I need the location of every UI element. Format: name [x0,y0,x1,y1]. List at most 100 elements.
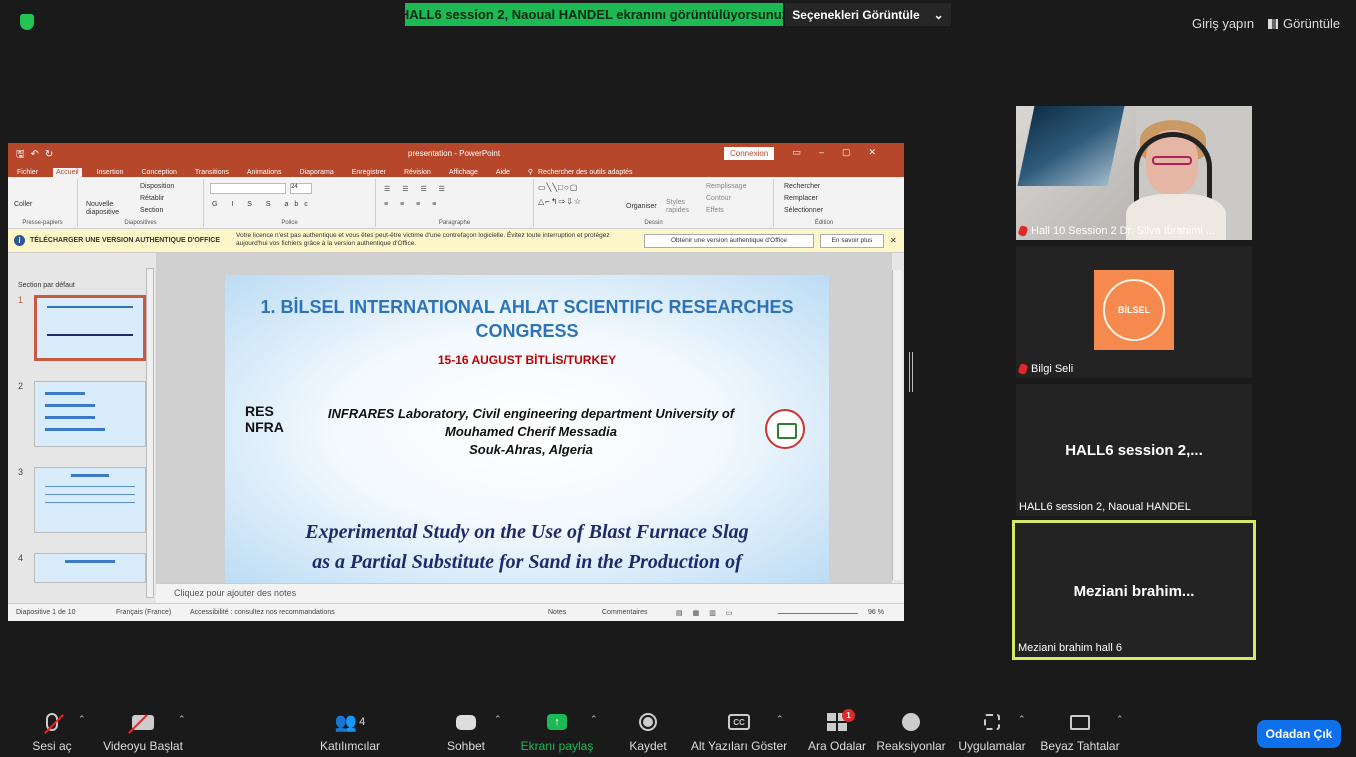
tab-revision[interactable]: Révision [401,168,434,177]
ppt-title-bar: 🖫↶↻ presentation - PowerPoint Connexion … [8,143,904,163]
participant-tile[interactable]: Hall 10 Session 2 Dr. Silva Ibrahimi ... [1016,106,1252,240]
tab-insertion[interactable]: Insertion [94,168,127,177]
view-button[interactable]: Görüntüle [1268,16,1340,31]
active-speaker-tile[interactable]: Meziani brahim... Meziani brahim hall 6 [1012,520,1256,660]
chevron-up-icon[interactable]: ⌃ [494,714,502,725]
shape-effects-button[interactable]: Effets [706,207,724,214]
section-label[interactable]: Section par défaut [18,282,75,289]
slide-thumbnail-3[interactable] [34,467,146,533]
tab-affichage[interactable]: Affichage [446,168,481,177]
find-button[interactable]: Rechercher [784,183,820,190]
paste-button[interactable]: Coller [14,201,32,208]
muted-mic-icon [1017,224,1029,238]
reactions-label: Reaksiyonlar [876,739,946,753]
slide-thumbnail-4[interactable] [34,553,146,583]
tab-accueil[interactable]: Accueil [53,168,82,177]
whiteboards-button[interactable]: Beyaz Tahtalar [1040,700,1120,757]
participant-tile[interactable]: HALL6 session 2,... HALL6 session 2, Nao… [1016,384,1252,516]
thumb-line [45,404,95,407]
view-options-button[interactable]: Seçenekleri Görüntüle ⌄ [785,3,951,26]
captions-button[interactable]: CC Alt Yazıları Göster [691,700,787,757]
shapes-gallery-icon[interactable]: ▭╲╲□○▢ [538,183,578,192]
replace-button[interactable]: Remplacer [784,195,818,202]
participants-button[interactable]: 👥 4 Katılımcılar [312,700,388,757]
shape-fill-button[interactable]: Remplissage [706,183,746,190]
chevron-up-icon[interactable]: ⌃ [776,714,784,725]
slide-scrollbar[interactable] [892,270,902,580]
resize-handle[interactable] [909,352,913,392]
reset-button[interactable]: Rétablir [140,195,164,202]
current-slide[interactable]: 1. BİLSEL INTERNATIONAL AHLAT SCIENTIFIC… [225,275,829,583]
tab-animations[interactable]: Animations [244,168,285,177]
shield-icon[interactable] [20,14,34,30]
font-format-icons: G I S S abc [212,201,314,208]
thumb-line [45,486,135,487]
shapes-gallery-row2-icon: △⌐↰⇨⇩☆ [538,197,583,206]
tab-fichier[interactable]: Fichier [14,168,41,177]
tab-aide[interactable]: Aide [493,168,513,177]
get-genuine-office-button[interactable]: Obtenir une version authentique d'Office [644,234,814,248]
shape-outline-button[interactable]: Contour [706,195,731,202]
group-editing: Rechercher Remplacer Sélectionner Éditio… [774,179,874,227]
view-mode-icons[interactable]: ▤▦▥▭ [676,609,742,617]
search-tools[interactable]: ⚲ Rechercher des outils adaptés [525,167,639,177]
quick-access-icons: 🖫↶↻ [16,149,60,160]
sign-in-link[interactable]: Giriş yapın [1192,16,1254,31]
tab-diaporama[interactable]: Diaporama [297,168,337,177]
thumb-line [45,416,95,419]
chevron-up-icon[interactable]: ⌃ [78,714,86,725]
headset-icon [1134,132,1212,202]
zoom-slider[interactable] [778,613,858,614]
comments-toggle[interactable]: Commentaires [602,609,648,616]
apps-button[interactable]: Uygulamalar [958,700,1026,757]
chevron-up-icon[interactable]: ⌃ [1116,714,1124,725]
chat-button[interactable]: Sohbet [444,700,488,757]
arrange-button[interactable]: Organiser [626,203,657,210]
layout-button[interactable]: Disposition [140,183,174,190]
slide-thumbnail-1[interactable] [34,295,146,361]
slide-editor[interactable]: 1. BİLSEL INTERNATIONAL AHLAT SCIENTIFIC… [156,253,892,583]
breakout-rooms-button[interactable]: 1 Ara Odalar [804,700,870,757]
font-size-input[interactable]: 24 [290,183,312,194]
new-slide-button[interactable]: Nouvelle diapositive [86,201,122,217]
share-screen-button[interactable]: ↑ Ekranı paylaş [521,700,593,757]
participant-name-text: Bilgi Seli [1031,363,1074,375]
tab-conception[interactable]: Conception [138,168,179,177]
info-icon: i [14,235,25,246]
select-button[interactable]: Sélectionner [784,207,823,214]
slide-thumbnail-2[interactable] [34,381,146,447]
chevron-down-icon: ⌄ [933,7,944,22]
tab-enregistrer[interactable]: Enregistrer [349,168,389,177]
reactions-button[interactable]: Reaksiyonlar [876,700,946,757]
participant-tile[interactable]: BİLSEL Bilgi Seli [1016,246,1252,378]
unmute-button[interactable]: Sesi aç [30,700,74,757]
learn-more-button[interactable]: En savoir plus [820,234,884,248]
smiley-face [902,713,920,731]
group-editing-label: Édition [814,220,834,226]
zoom-level[interactable]: 96 % [868,609,884,616]
start-video-button[interactable]: Videoyu Başlat [100,700,186,757]
chevron-up-icon[interactable]: ⌃ [1018,714,1026,725]
language-status[interactable]: Français (France) [116,609,171,616]
ppt-connect-button[interactable]: Connexion [724,147,775,160]
notification-badge: 1 [842,709,855,722]
section-button[interactable]: Section [140,207,163,214]
font-family-input[interactable] [210,183,286,194]
shared-screen[interactable]: 🖫↶↻ presentation - PowerPoint Connexion … [8,143,904,621]
accessibility-status[interactable]: Accessibilité : consultez nos recommanda… [190,609,335,616]
thumb-line [47,306,133,308]
leave-button[interactable]: Odadan Çık [1257,720,1341,748]
close-icon[interactable]: ✕ [890,236,897,245]
muted-mic-icon [1017,362,1029,376]
view-options-label: Seçenekleri Görüntüle [792,7,920,22]
record-button[interactable]: Kaydet [626,700,670,757]
tab-transitions[interactable]: Transitions [192,168,232,177]
notes-pane[interactable]: Cliquez pour ajouter des notes [156,583,904,603]
thumbnail-scrollbar[interactable] [146,268,154,598]
notes-toggle[interactable]: Notes [548,609,566,616]
chevron-up-icon[interactable]: ⌃ [178,714,186,725]
share-arrow: ↑ [547,714,567,730]
chevron-up-icon[interactable]: ⌃ [590,714,598,725]
thumb-line [45,502,135,503]
quick-styles-button[interactable]: Styles rapides [666,199,692,215]
